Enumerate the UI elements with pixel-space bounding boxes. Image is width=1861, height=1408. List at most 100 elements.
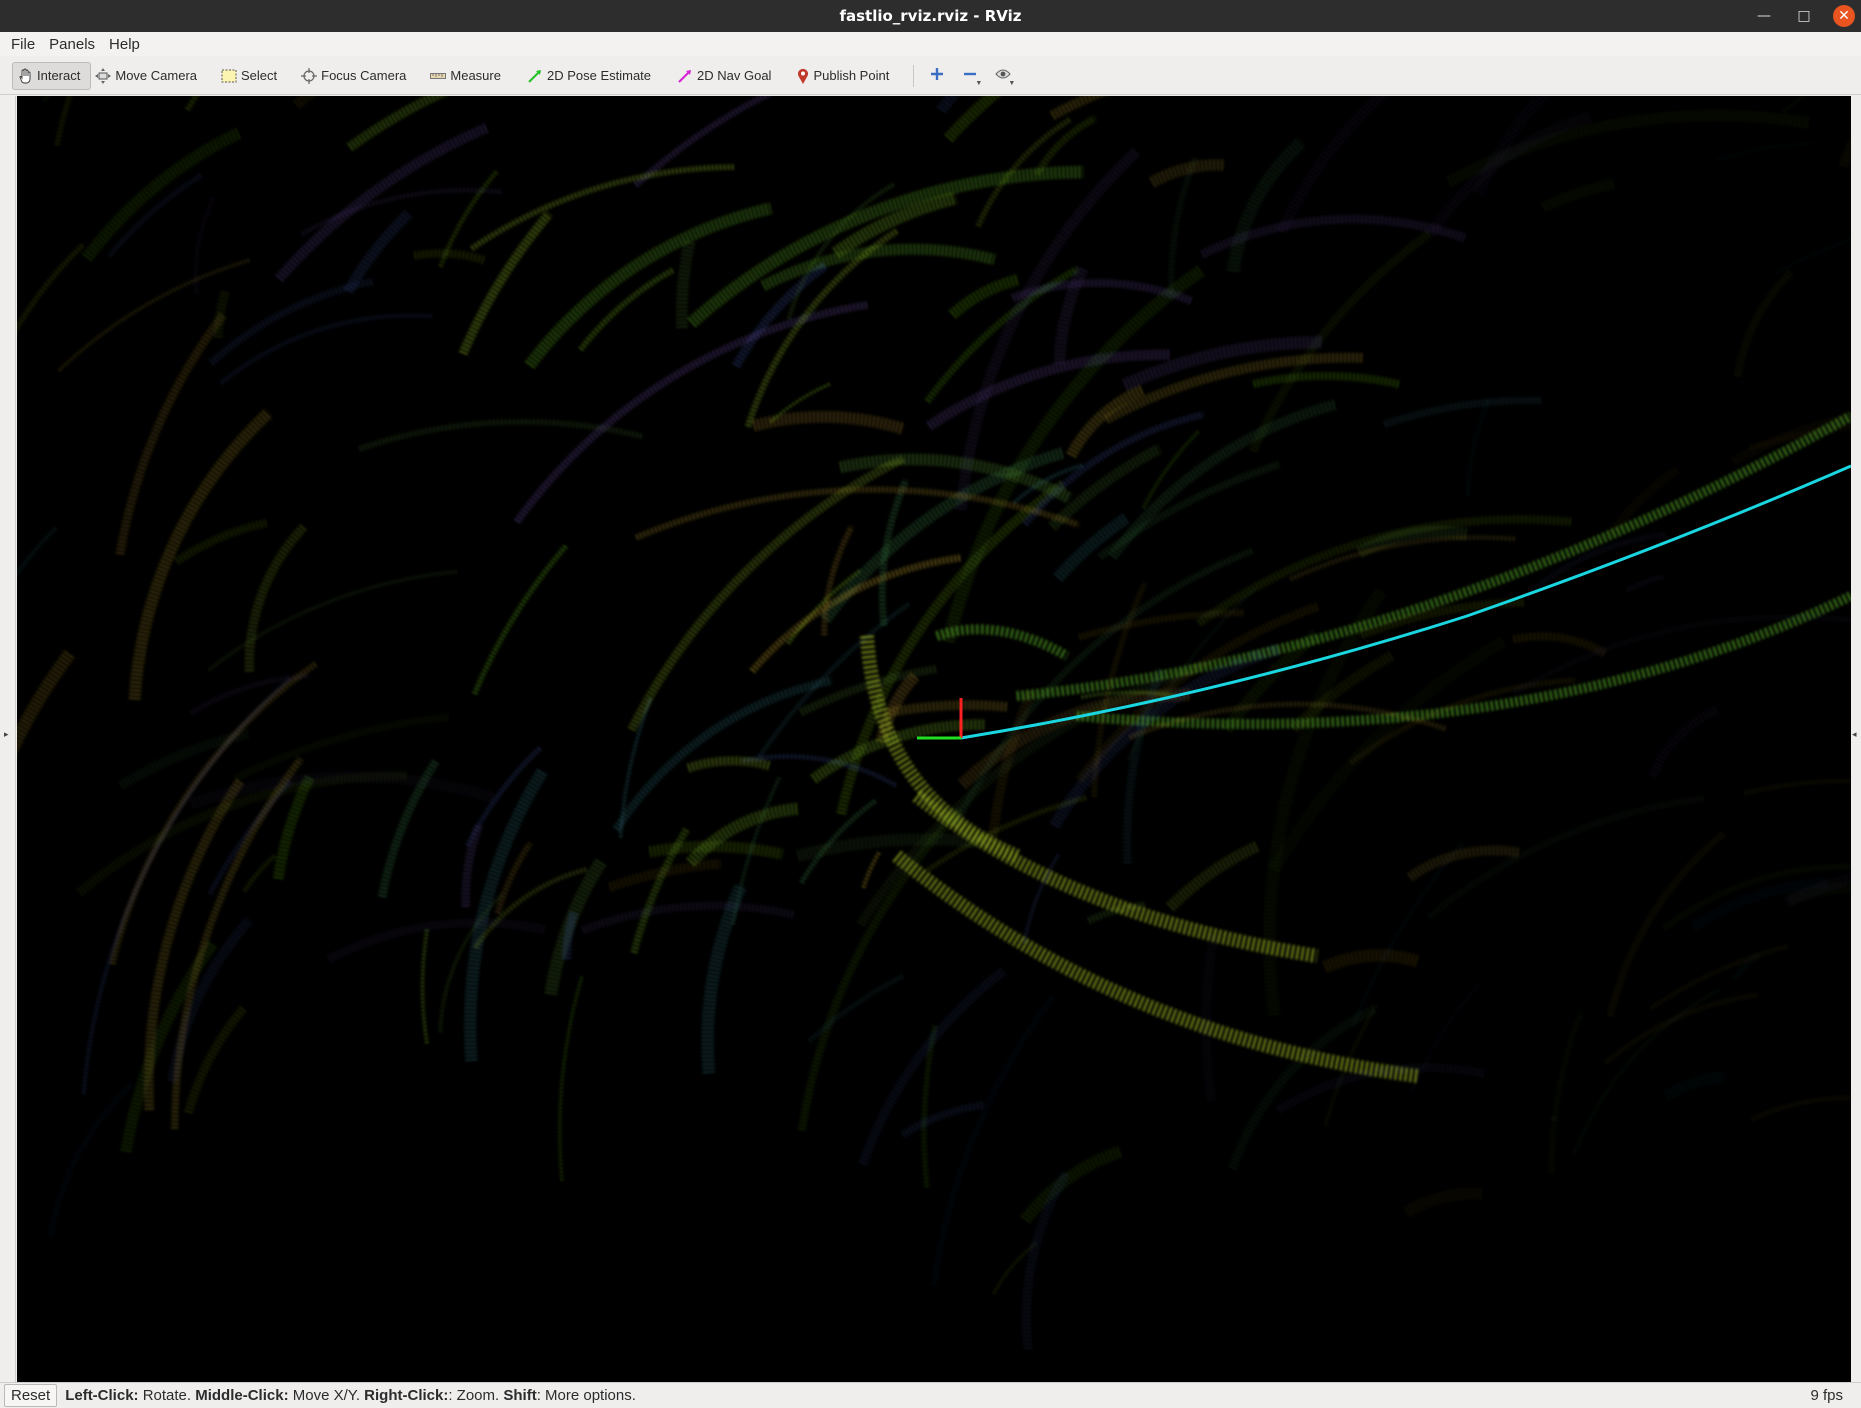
expand-left-icon[interactable]: ▸ [4, 730, 9, 740]
point-cloud-arc [1226, 137, 1306, 272]
point-cloud-arc [861, 850, 882, 888]
point-cloud-arc [42, 96, 52, 102]
point-cloud-arc [17, 241, 86, 333]
point-cloud-arc [1076, 591, 1851, 729]
point-cloud-arc [461, 822, 484, 907]
point-cloud-arc [1053, 265, 1089, 364]
point-cloud-arc [184, 1005, 248, 1114]
point-cloud-arc [494, 841, 533, 914]
point-cloud-arc [1076, 602, 1321, 783]
chevron-down-icon: ▼ [1008, 79, 1016, 87]
point-cloud-arc [1410, 983, 1481, 1093]
point-cloud-arc [987, 690, 1036, 841]
point-cloud-arc [1108, 399, 1337, 560]
point-cloud-arc [1228, 1004, 1377, 1170]
hand-icon [17, 68, 33, 84]
point-cloud-arc [420, 928, 430, 1044]
point-cloud-arc [343, 210, 412, 294]
point-cloud-arc [900, 1101, 984, 1138]
menu-bar: File Panels Help [0, 32, 1861, 56]
tool-measure-label: Measure [450, 68, 501, 83]
point-cloud-arc [821, 525, 855, 635]
point-cloud-arc [1149, 159, 1224, 188]
tool-focus-camera-label: Focus Camera [321, 68, 407, 83]
point-cloud-arc [1104, 352, 1364, 424]
point-cloud-arc [1744, 778, 1851, 796]
tool-interact[interactable]: Interact [12, 61, 92, 90]
point-cloud-arc [1276, 96, 1390, 234]
point-cloud-arc [1253, 371, 1401, 389]
point-cloud-arc [1648, 705, 1720, 778]
point-cloud-arc [47, 1079, 136, 1235]
point-cloud-arc [174, 518, 269, 565]
tool-2d-pose-estimate[interactable]: 2D Pose Estimate [523, 62, 661, 90]
expand-right-icon[interactable]: ◂ [1852, 730, 1857, 740]
point-cloud-arc [799, 665, 937, 716]
point-cloud-arc [1425, 111, 1593, 238]
point-cloud-arc [1351, 841, 1465, 1027]
point-cloud-arc [120, 939, 218, 1153]
point-cloud-arc [687, 756, 771, 773]
render-viewport[interactable] [17, 96, 1851, 1382]
point-cloud-arc [1782, 96, 1808, 114]
point-cloud-arc [761, 243, 996, 291]
point-cloud-arc [796, 833, 990, 862]
point-cloud-arc [1512, 632, 1608, 658]
maximize-icon[interactable]: □ [1793, 5, 1815, 27]
point-cloud-arc [171, 757, 304, 1129]
point-cloud-arc [1662, 863, 1851, 931]
minimize-icon[interactable]: — [1753, 5, 1775, 27]
left-dock-strip[interactable]: ▸ [0, 96, 16, 1382]
status-bar: Reset Left-Click: Rotate. Middle-Click: … [0, 1382, 1861, 1407]
view-options-button[interactable]: ▼ [988, 62, 1018, 90]
point-cloud-arc [797, 807, 963, 1131]
add-tool-button[interactable] [922, 62, 952, 90]
point-cloud-arc [634, 96, 772, 188]
tool-publish-point[interactable]: Publish Point [793, 62, 899, 90]
tool-2d-nav-goal[interactable]: 2D Nav Goal [673, 62, 781, 90]
point-cloud-arc [1322, 949, 1421, 973]
point-cloud-arc [1716, 142, 1815, 162]
hint-text: Rotate. [138, 1386, 196, 1404]
tool-move-camera[interactable]: Move Camera [91, 62, 207, 90]
right-dock-strip[interactable]: ◂ [1851, 96, 1861, 1382]
close-icon[interactable]: ✕ [1833, 5, 1855, 27]
tool-focus-camera[interactable]: Focus Camera [297, 62, 416, 90]
point-cloud-arc [1050, 96, 1106, 120]
point-cloud-arc [1548, 1010, 1584, 1174]
tool-measure[interactable]: Measure [426, 62, 511, 90]
point-cloud-arc [185, 96, 200, 111]
point-cloud-arc [54, 96, 73, 146]
remove-tool-button[interactable]: ▼ [955, 62, 985, 90]
window-controls: — □ ✕ [1753, 0, 1855, 32]
point-cloud-canvas[interactable] [17, 96, 1851, 1382]
point-cloud-arc [1404, 1187, 1482, 1218]
tool-select[interactable]: Select [217, 62, 287, 90]
point-cloud-arc [619, 698, 653, 838]
tool-2d-nav-goal-label: 2D Nav Goal [697, 68, 772, 83]
point-cloud-arc [115, 312, 227, 555]
tool-interact-label: Interact [37, 68, 81, 83]
point-cloud-arc [1838, 135, 1851, 167]
point-cloud-arc [1541, 178, 1616, 213]
point-cloud-arc [244, 522, 309, 672]
hint-text: : Zoom. [448, 1386, 504, 1404]
point-cloud-arc [888, 700, 1009, 718]
point-cloud-arc [1168, 156, 1199, 294]
point-cloud-arc [293, 96, 316, 109]
goal-arrow-icon [677, 68, 693, 84]
point-cloud-arc [1608, 465, 1682, 536]
point-cloud-arc [687, 165, 1084, 328]
point-cloud-arc [1268, 635, 1508, 873]
menu-help[interactable]: Help [102, 36, 147, 53]
point-cloud-arc [1604, 992, 1759, 1065]
point-cloud-arc [1200, 934, 1219, 1102]
point-cloud-arc [213, 288, 231, 338]
menu-panels[interactable]: Panels [42, 36, 102, 53]
menu-file[interactable]: File [4, 36, 42, 53]
reset-button[interactable]: Reset [4, 1383, 58, 1407]
point-cloud-arc [1465, 397, 1492, 496]
plus-icon [930, 67, 944, 84]
point-cloud-arc [189, 673, 310, 716]
point-cloud-arc [438, 168, 500, 267]
